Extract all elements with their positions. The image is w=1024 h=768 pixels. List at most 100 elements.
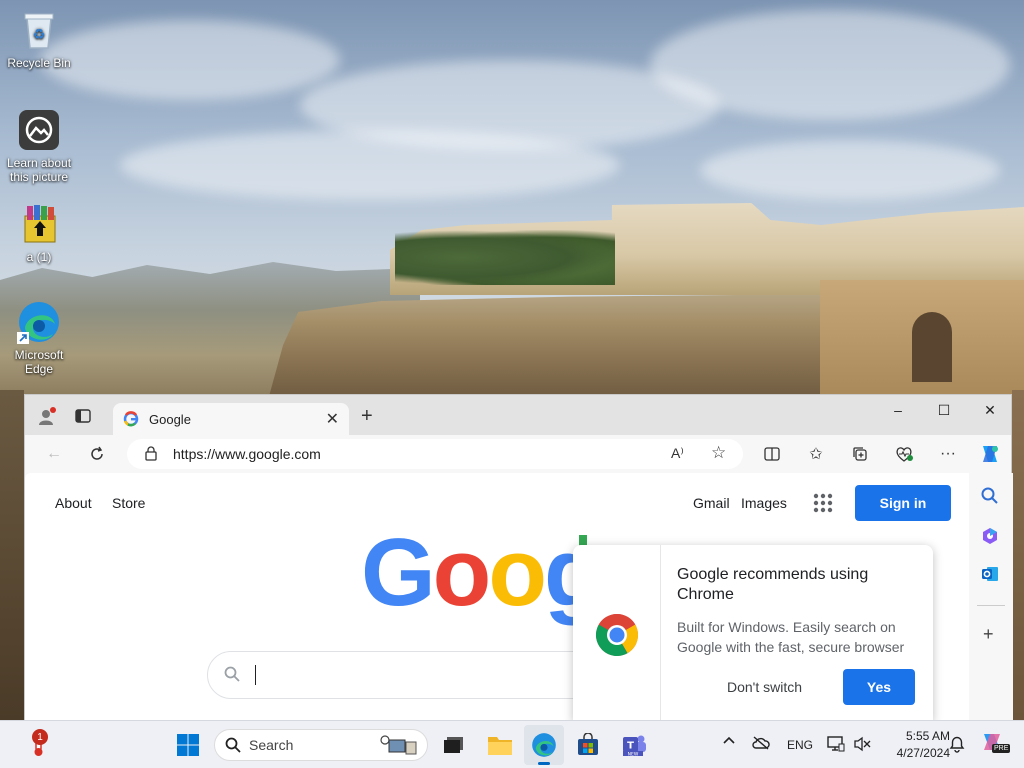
valley — [0, 390, 24, 720]
copilot-preview-icon[interactable]: PRE — [980, 730, 1011, 759]
sidebar-copilot-icon[interactable] — [981, 527, 999, 550]
search-icon — [224, 666, 240, 687]
taskbar-search-label: Search — [249, 737, 294, 753]
weather-widget[interactable]: 1 — [18, 725, 58, 765]
svg-text:T: T — [627, 741, 634, 752]
copilot-icon[interactable] — [975, 439, 1005, 469]
preview-badge: PRE — [992, 744, 1011, 753]
cloud — [650, 10, 1010, 120]
desktop-icon-learn-picture[interactable]: Learn about this picture — [1, 108, 77, 184]
new-tab-icon[interactable]: + — [361, 406, 373, 426]
edge-icon — [532, 733, 556, 757]
profile-icon[interactable] — [37, 407, 57, 432]
edge-browser-window: Google ✕ + – ☐ ✕ ← https://www.google.co… — [24, 394, 1013, 721]
dont-switch-button[interactable]: Don't switch — [727, 679, 802, 695]
google-page: About Store Gmail Images Sign in Goog Go… — [25, 473, 969, 721]
maximize-button[interactable]: ☐ — [921, 395, 967, 425]
gmail-link[interactable]: Gmail — [693, 495, 730, 511]
folder-icon — [488, 737, 512, 755]
popup-icon-panel — [573, 545, 661, 721]
volume-muted-icon[interactable] — [853, 736, 871, 755]
cloud-offline-icon[interactable] — [752, 736, 770, 753]
logo-letter: o — [488, 519, 547, 626]
search-highlight-icon — [379, 734, 419, 759]
tab-title: Google — [149, 411, 191, 427]
refresh-icon[interactable] — [82, 439, 112, 469]
vertical-tabs-icon[interactable] — [75, 409, 91, 428]
minimize-button[interactable]: – — [875, 395, 921, 425]
task-view-icon — [444, 737, 463, 753]
search-icon — [225, 737, 241, 756]
browser-toolbar: ← https://www.google.com A⁾ ☆ ✩ ··· — [25, 435, 1011, 473]
tab-bar: Google ✕ + – ☐ ✕ — [25, 395, 1011, 435]
svg-text:♻: ♻ — [33, 27, 46, 43]
lock-icon — [145, 446, 157, 464]
read-aloud-icon[interactable]: A⁾ — [671, 445, 684, 462]
favorites-icon[interactable]: ✩ — [801, 439, 831, 469]
winrar-archive-icon — [17, 202, 61, 246]
logo-letter: G — [361, 519, 436, 626]
google-favicon-icon — [123, 411, 139, 427]
sidebar-add-icon[interactable]: + — [983, 625, 994, 643]
store-button[interactable] — [568, 725, 608, 765]
back-icon[interactable]: ← — [39, 439, 69, 469]
more-options-icon[interactable]: ··· — [933, 439, 963, 469]
edge-taskbar-button[interactable] — [524, 725, 564, 765]
start-button[interactable] — [168, 725, 208, 765]
desktop-icon-archive[interactable]: a (1) — [1, 202, 77, 264]
teams-button[interactable]: T NEW — [614, 725, 654, 765]
chrome-icon — [595, 613, 639, 657]
google-logo: Goog — [361, 525, 603, 621]
tab-google[interactable]: Google ✕ — [113, 403, 349, 435]
store-link[interactable]: Store — [112, 495, 145, 511]
split-screen-icon[interactable] — [757, 439, 787, 469]
desktop-icon-label: a (1) — [26, 250, 52, 264]
cloud — [40, 20, 340, 100]
notification-badge: 1 — [32, 729, 48, 745]
taskbar-search-box[interactable]: Search — [214, 729, 428, 761]
notification-bell-icon[interactable] — [948, 735, 966, 756]
sign-in-button[interactable]: Sign in — [855, 485, 951, 521]
chrome-recommendation-popup: Google recommends using Chrome Built for… — [573, 545, 933, 721]
bridge-arch — [912, 312, 952, 382]
yes-button[interactable]: Yes — [843, 669, 915, 705]
sidebar-divider — [977, 605, 1005, 606]
file-explorer-button[interactable] — [480, 725, 520, 765]
teams-icon: T NEW — [623, 735, 646, 757]
microsoft-store-icon — [578, 733, 598, 755]
edge-icon — [17, 300, 61, 344]
cloud — [700, 140, 1000, 200]
taskbar: 1 Search T NEW ENG 5:55 AM 4/27/2024 PRE — [0, 720, 1024, 768]
favorite-star-icon[interactable]: ☆ — [711, 443, 726, 463]
address-bar[interactable]: https://www.google.com A⁾ ☆ — [127, 439, 743, 469]
sidebar-search-icon[interactable] — [981, 487, 999, 510]
edge-sidebar: + — [969, 473, 1013, 721]
svg-text:NEW: NEW — [628, 751, 639, 757]
close-button[interactable]: ✕ — [967, 395, 1013, 425]
desktop-icon-edge[interactable]: Microsoft Edge — [1, 300, 77, 376]
tab-close-icon[interactable]: ✕ — [326, 409, 339, 429]
cloud — [120, 130, 620, 200]
chevron-up-icon[interactable] — [722, 734, 736, 748]
apps-grid-icon[interactable] — [813, 493, 833, 518]
network-icon[interactable] — [827, 736, 845, 755]
outlook-icon[interactable] — [981, 565, 999, 588]
cliff-edge — [1012, 390, 1024, 720]
recycle-bin-icon: ♻ — [17, 8, 61, 52]
language-indicator[interactable]: ENG — [787, 738, 813, 752]
browser-essentials-icon[interactable] — [889, 439, 919, 469]
learn-about-picture-icon — [17, 108, 61, 152]
clock[interactable]: 5:55 AM 4/27/2024 — [880, 728, 950, 762]
collections-icon[interactable] — [845, 439, 875, 469]
clock-date: 4/27/2024 — [896, 746, 950, 760]
active-indicator — [538, 762, 550, 765]
task-view-button[interactable] — [434, 725, 474, 765]
images-link[interactable]: Images — [741, 495, 787, 511]
desktop-icon-label: Microsoft Edge — [14, 348, 64, 376]
foliage — [395, 230, 615, 285]
about-link[interactable]: About — [55, 495, 92, 511]
desktop-icon-label: Recycle Bin — [7, 56, 71, 70]
windows-logo-icon — [177, 734, 199, 756]
desktop-icon-recycle-bin[interactable]: ♻ Recycle Bin — [1, 8, 77, 70]
popup-body: Built for Windows. Easily search on Goog… — [677, 619, 905, 655]
